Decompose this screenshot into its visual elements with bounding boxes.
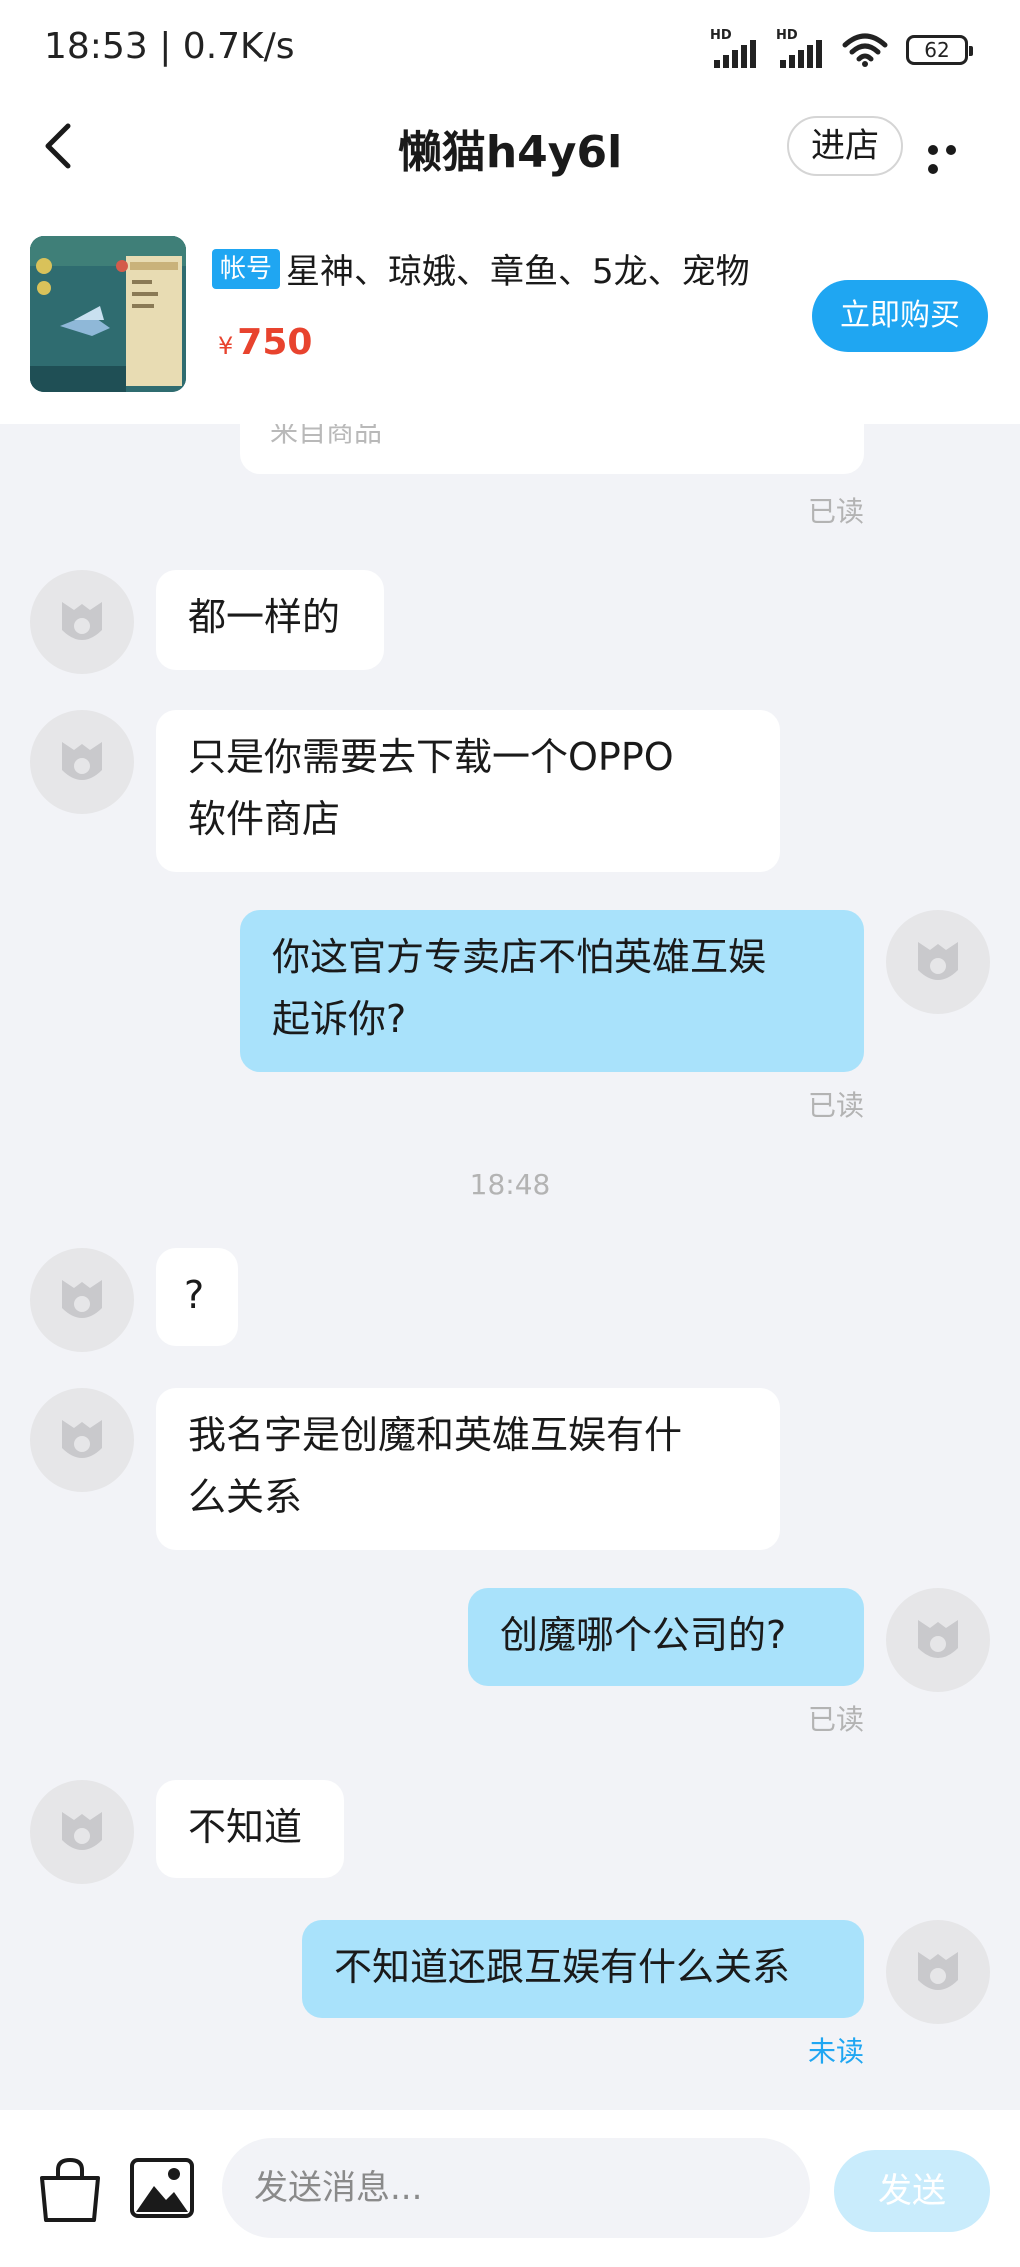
status-separator: |: [159, 26, 172, 67]
account-tag: 帐号: [212, 248, 281, 289]
read-status: 已读: [807, 1089, 864, 1122]
network-speed: 0.7K/s: [182, 26, 295, 67]
battery-icon: 62: [906, 35, 973, 65]
time-divider: 18:48: [469, 1168, 551, 1201]
unread-status: 未读: [807, 2035, 864, 2068]
signal-2-icon: HD: [776, 28, 824, 68]
avatar[interactable]: [30, 710, 134, 814]
message-text-line: 我名字是创魔和英雄互娱有什: [188, 1413, 683, 1457]
message-bubble[interactable]: 不知道: [156, 1780, 344, 1878]
message-input[interactable]: [222, 2138, 810, 2238]
product-message-card[interactable]: 来自商品: [240, 424, 864, 474]
buy-now-button[interactable]: 立即购买: [812, 280, 988, 352]
signal-1-icon: HD: [710, 28, 758, 68]
product-thumbnail[interactable]: [30, 236, 186, 392]
status-bar: 18:53 | 0.7K/s HD HD 62: [0, 0, 1020, 96]
avatar-self[interactable]: [886, 1588, 990, 1692]
read-status: 已读: [807, 1703, 864, 1736]
read-status: 已读: [807, 495, 864, 528]
header-area: 18:53 | 0.7K/s HD HD 62 懒猫h4y6l 进店 帐号 星神…: [0, 0, 1020, 424]
battery-level: 62: [924, 38, 950, 62]
avatar-self[interactable]: [886, 910, 990, 1014]
avatar-self[interactable]: [886, 1920, 990, 2024]
avatar[interactable]: [30, 1780, 134, 1884]
message-text: 都一样的: [188, 595, 341, 639]
image-picker-icon[interactable]: [130, 2156, 194, 2220]
message-text-line: 你这官方专卖店不怕英雄互娱: [272, 935, 767, 979]
status-time: 18:53 | 0.7K/s: [44, 26, 295, 67]
message-bubble[interactable]: 我名字是创魔和英雄互娱有什 么关系: [156, 1388, 780, 1550]
product-name: 星神、琼娥、章鱼、5龙、宠物: [286, 252, 750, 292]
message-bubble[interactable]: 只是你需要去下载一个OPPO 软件商店: [156, 710, 780, 872]
product-card[interactable]: 帐号 星神、琼娥、章鱼、5龙、宠物 ¥750 立即购买: [0, 226, 1020, 396]
more-options-icon[interactable]: [928, 140, 980, 174]
message-bubble[interactable]: ?: [156, 1248, 238, 1346]
price-symbol: ¥: [218, 332, 234, 360]
message-text-line: 软件商店: [188, 797, 341, 841]
message-text-line: 么关系: [188, 1475, 303, 1519]
product-title[interactable]: 帐号 星神、琼娥、章鱼、5龙、宠物: [212, 244, 750, 293]
message-text-line: 起诉你?: [272, 997, 407, 1041]
message-text: ?: [184, 1273, 205, 1317]
enter-shop-button[interactable]: 进店: [787, 116, 903, 176]
wifi-icon: [842, 33, 888, 67]
message-bubble-self[interactable]: 你这官方专卖店不怕英雄互娱 起诉你?: [240, 910, 864, 1072]
nav-bar: 懒猫h4y6l 进店: [0, 96, 1020, 200]
avatar[interactable]: [30, 1388, 134, 1492]
send-button[interactable]: 发送: [834, 2150, 990, 2232]
message-bubble-self[interactable]: 创魔哪个公司的?: [468, 1588, 864, 1686]
product-price: ¥750: [218, 322, 312, 363]
message-text: 创魔哪个公司的?: [500, 1613, 787, 1657]
avatar[interactable]: [30, 570, 134, 674]
chat-area[interactable]: 来自商品 已读 都一样的 只是你需要去下载一个OPPO 软件商店 你这官方专卖店…: [0, 424, 1020, 2110]
avatar[interactable]: [30, 1248, 134, 1352]
product-card-source: 来自商品: [270, 424, 383, 448]
message-text: 不知道还跟互娱有什么关系: [334, 1945, 791, 1989]
message-bubble-self[interactable]: 不知道还跟互娱有什么关系: [302, 1920, 864, 2018]
message-bubble[interactable]: 都一样的: [156, 570, 384, 670]
composer-bar: 发送: [0, 2110, 1020, 2267]
message-text-line: 只是你需要去下载一个OPPO: [188, 735, 674, 779]
clock: 18:53: [44, 26, 148, 67]
price-value: 750: [237, 322, 313, 363]
shopping-bag-icon[interactable]: [34, 2156, 106, 2224]
status-icons: HD HD 62: [710, 28, 973, 70]
message-text: 不知道: [188, 1805, 303, 1849]
